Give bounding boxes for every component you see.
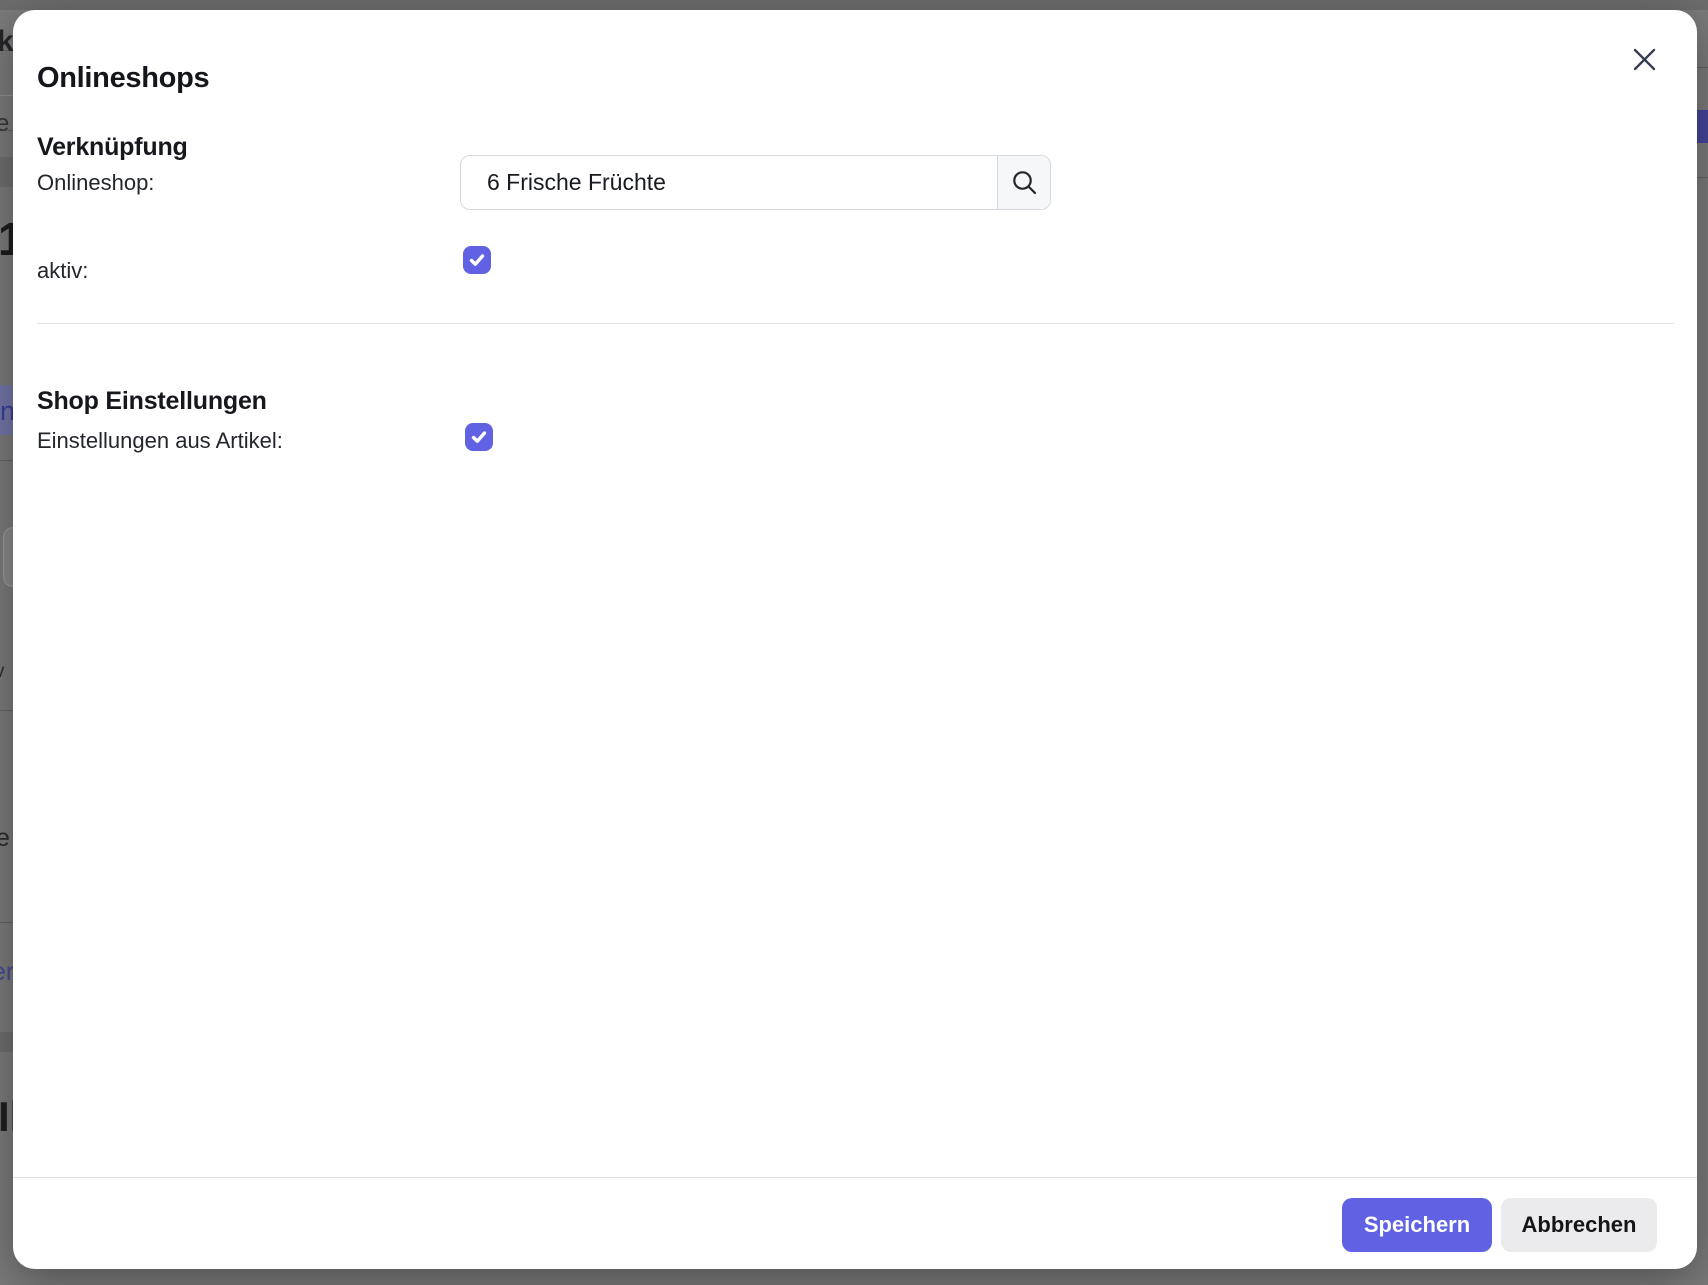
aktiv-checkbox[interactable] (463, 246, 491, 274)
close-button[interactable] (1623, 38, 1665, 80)
backdrop-row-band (0, 157, 13, 187)
backdrop-row-line (0, 922, 13, 923)
backdrop-pill-fragment (3, 527, 13, 587)
backdrop-row-line (0, 95, 13, 96)
backdrop-row-line (1697, 67, 1708, 68)
section-heading-verknuepfung: Verknüpfung (37, 134, 188, 160)
aktiv-label: aktiv: (37, 259, 88, 283)
einstellungen-aus-artikel-checkbox[interactable] (465, 423, 493, 451)
onlineshop-label: Onlineshop: (37, 171, 154, 195)
footer-divider (13, 1177, 1697, 1178)
backdrop-row-line (1697, 177, 1708, 178)
cancel-button[interactable]: Abbrechen (1501, 1198, 1657, 1252)
backdrop-chip-fragment (0, 1032, 13, 1052)
backdrop-text-fragment: e (0, 826, 10, 851)
backdrop-top-band (0, 0, 1708, 10)
onlineshop-search-button[interactable] (997, 156, 1050, 209)
check-icon (470, 428, 488, 446)
backdrop-row-line (0, 460, 13, 461)
onlineshop-search-field (460, 155, 1051, 210)
dialog-title: Onlineshops (37, 62, 209, 94)
backdrop-text-fragment: e (0, 112, 9, 136)
backdrop-text-fragment: v (0, 662, 5, 681)
backdrop-text-fragment: k (0, 27, 14, 57)
backdrop-button-fragment (1697, 110, 1708, 143)
close-icon (1633, 48, 1656, 71)
onlineshops-dialog: Onlineshops Verknüpfung Onlineshop: akti… (13, 10, 1697, 1269)
einstellungen-aus-artikel-label: Einstellungen aus Artikel: (37, 429, 283, 453)
check-icon (468, 251, 486, 269)
search-icon (1011, 169, 1038, 196)
save-button[interactable]: Speichern (1342, 1198, 1492, 1252)
backdrop-row-line (0, 710, 13, 711)
onlineshop-input[interactable] (461, 156, 997, 209)
section-heading-shop-einstellungen: Shop Einstellungen (37, 388, 267, 414)
section-divider (37, 323, 1674, 324)
